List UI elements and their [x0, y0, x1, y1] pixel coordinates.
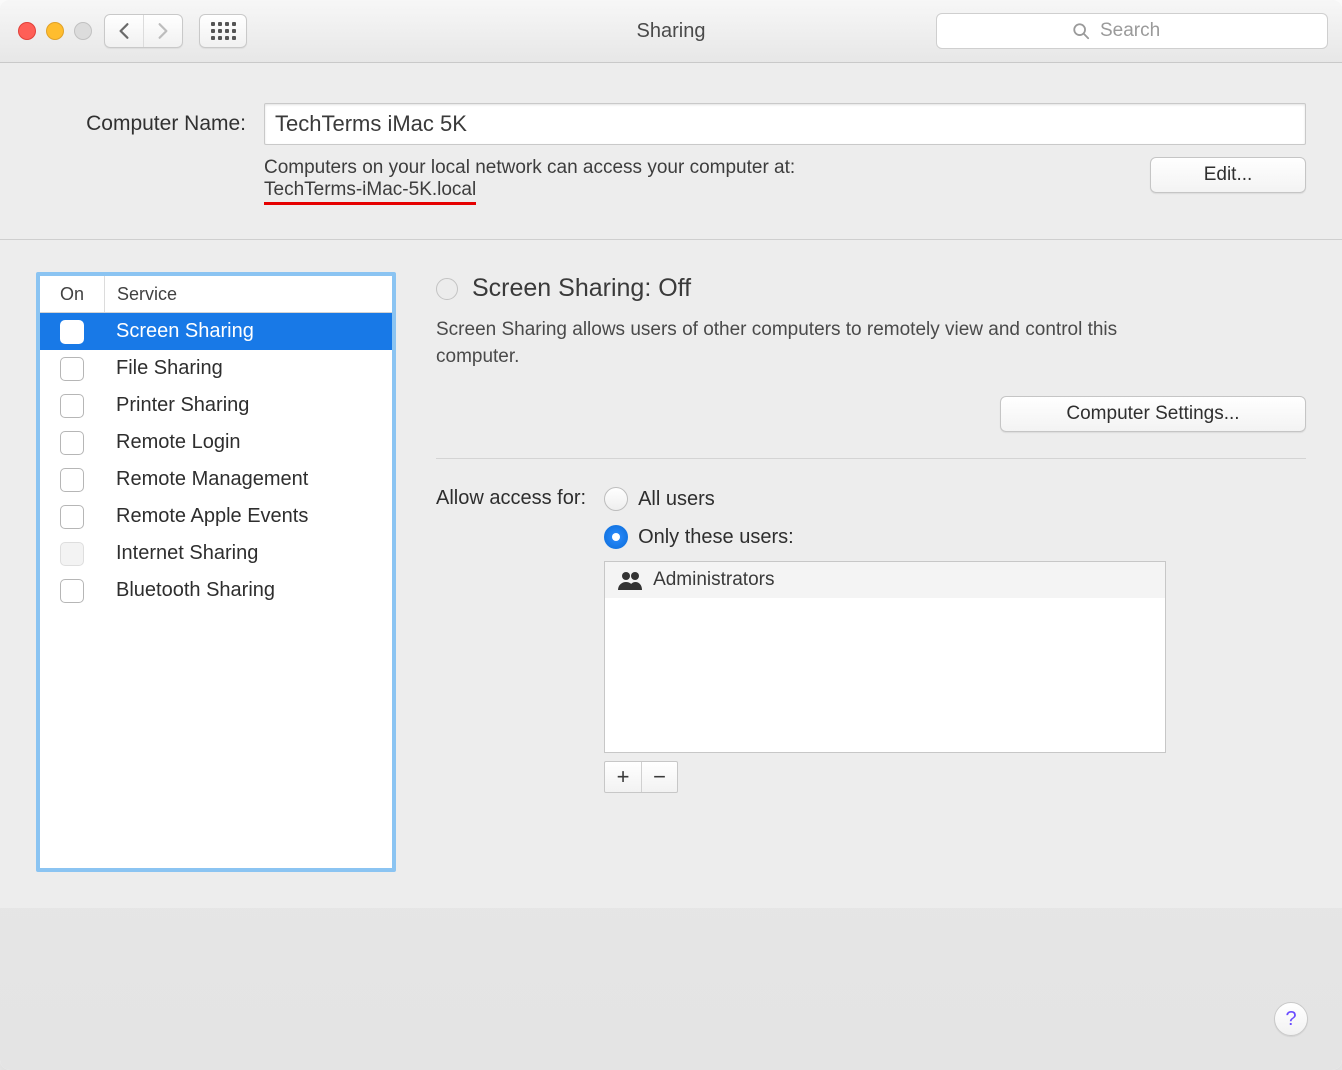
- radio-icon: [604, 525, 628, 549]
- radio-only-users-label: Only these users:: [638, 526, 794, 549]
- service-status-title: Screen Sharing: Off: [472, 274, 691, 303]
- service-label: File Sharing: [104, 357, 223, 380]
- computer-name-section: Computer Name: Computers on your local n…: [0, 63, 1342, 240]
- group-icon: [617, 570, 643, 590]
- divider: [436, 458, 1306, 459]
- computer-name-label: Computer Name:: [36, 112, 246, 136]
- service-checkbox[interactable]: [60, 505, 84, 529]
- service-label: Remote Login: [104, 431, 241, 454]
- allow-access-label: Allow access for:: [436, 485, 586, 793]
- back-button[interactable]: [105, 15, 143, 47]
- service-label: Remote Management: [104, 468, 308, 491]
- user-list[interactable]: Administrators: [604, 561, 1166, 753]
- user-name: Administrators: [653, 569, 774, 591]
- titlebar: Sharing: [0, 0, 1342, 63]
- service-status-description: Screen Sharing allows users of other com…: [436, 317, 1196, 370]
- service-label: Screen Sharing: [104, 320, 254, 343]
- service-label: Printer Sharing: [104, 394, 249, 417]
- col-on-header: On: [40, 276, 105, 312]
- radio-all-users-label: All users: [638, 488, 715, 511]
- service-checkbox[interactable]: [60, 468, 84, 492]
- computer-name-input[interactable]: [264, 103, 1306, 145]
- forward-button[interactable]: [143, 15, 182, 47]
- status-indicator-icon: [436, 278, 458, 300]
- services-list[interactable]: On Service Screen Sharing File Sharing Pri…: [36, 272, 396, 872]
- show-all-prefs-button[interactable]: [199, 14, 247, 48]
- service-checkbox[interactable]: [60, 357, 84, 381]
- radio-only-these-users[interactable]: Only these users:: [604, 523, 1306, 551]
- service-details: Screen Sharing: Off Screen Sharing allow…: [436, 272, 1306, 872]
- service-checkbox[interactable]: [60, 542, 84, 566]
- computer-settings-button[interactable]: Computer Settings...: [1000, 396, 1306, 432]
- remove-user-button[interactable]: −: [641, 762, 677, 792]
- service-row[interactable]: Remote Apple Events: [40, 498, 392, 535]
- search-icon: [1072, 22, 1090, 40]
- search-input[interactable]: [1098, 19, 1192, 43]
- help-button[interactable]: ?: [1274, 1002, 1308, 1036]
- chevron-left-icon: [117, 22, 131, 40]
- service-row[interactable]: Remote Management: [40, 461, 392, 498]
- service-label: Internet Sharing: [104, 542, 258, 565]
- service-checkbox[interactable]: [60, 394, 84, 418]
- minimize-window-button[interactable]: [46, 22, 64, 40]
- apps-grid-icon: [211, 22, 236, 40]
- nav-group: [104, 14, 183, 48]
- service-row[interactable]: Screen Sharing: [40, 313, 392, 350]
- service-row[interactable]: Remote Login: [40, 424, 392, 461]
- edit-hostname-button[interactable]: Edit...: [1150, 157, 1306, 193]
- user-row[interactable]: Administrators: [605, 562, 1165, 598]
- service-row[interactable]: File Sharing: [40, 350, 392, 387]
- service-label: Remote Apple Events: [104, 505, 308, 528]
- service-row[interactable]: Bluetooth Sharing: [40, 572, 392, 609]
- service-checkbox[interactable]: [60, 320, 84, 344]
- service-checkbox[interactable]: [60, 579, 84, 603]
- traffic-lights: [14, 22, 92, 40]
- zoom-window-button[interactable]: [74, 22, 92, 40]
- search-field[interactable]: [936, 13, 1328, 49]
- radio-icon: [604, 487, 628, 511]
- radio-all-users[interactable]: All users: [604, 485, 1306, 513]
- add-user-button[interactable]: +: [605, 762, 641, 792]
- add-remove-group: + −: [604, 761, 678, 793]
- close-window-button[interactable]: [18, 22, 36, 40]
- chevron-right-icon: [156, 22, 170, 40]
- local-hostname: TechTerms-iMac-5K.local: [264, 179, 476, 205]
- services-header: On Service: [40, 276, 392, 313]
- service-row[interactable]: Internet Sharing: [40, 535, 392, 572]
- col-service-header: Service: [105, 276, 177, 312]
- service-checkbox[interactable]: [60, 431, 84, 455]
- computer-name-description: Computers on your local network can acce…: [264, 157, 1132, 179]
- service-label: Bluetooth Sharing: [104, 579, 275, 602]
- service-row[interactable]: Printer Sharing: [40, 387, 392, 424]
